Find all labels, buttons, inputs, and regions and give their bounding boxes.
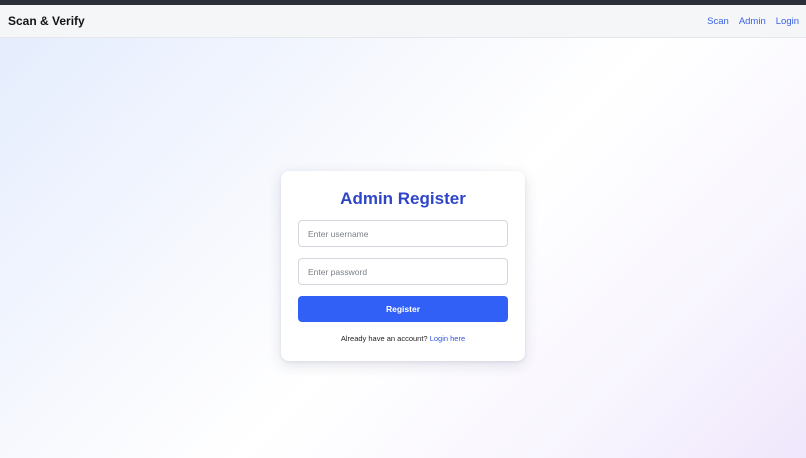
nav-link-scan[interactable]: Scan (707, 16, 729, 27)
nav-links: Scan Admin Login (707, 16, 799, 27)
login-here-link[interactable]: Login here (430, 334, 465, 343)
login-prompt-text: Already have an account? (340, 334, 428, 343)
nav-link-login[interactable]: Login (776, 16, 799, 27)
brand-logo[interactable]: Scan & Verify (8, 14, 85, 28)
navbar: Scan & Verify Scan Admin Login (0, 5, 806, 38)
nav-link-admin[interactable]: Admin (739, 16, 766, 27)
login-prompt: Already have an account? Login here (281, 334, 525, 343)
username-input[interactable] (298, 220, 508, 247)
page-title: Admin Register (340, 189, 466, 208)
register-card: Admin Register Register Already have an … (281, 171, 525, 361)
password-input[interactable] (298, 258, 508, 285)
register-button[interactable]: Register (298, 296, 508, 322)
